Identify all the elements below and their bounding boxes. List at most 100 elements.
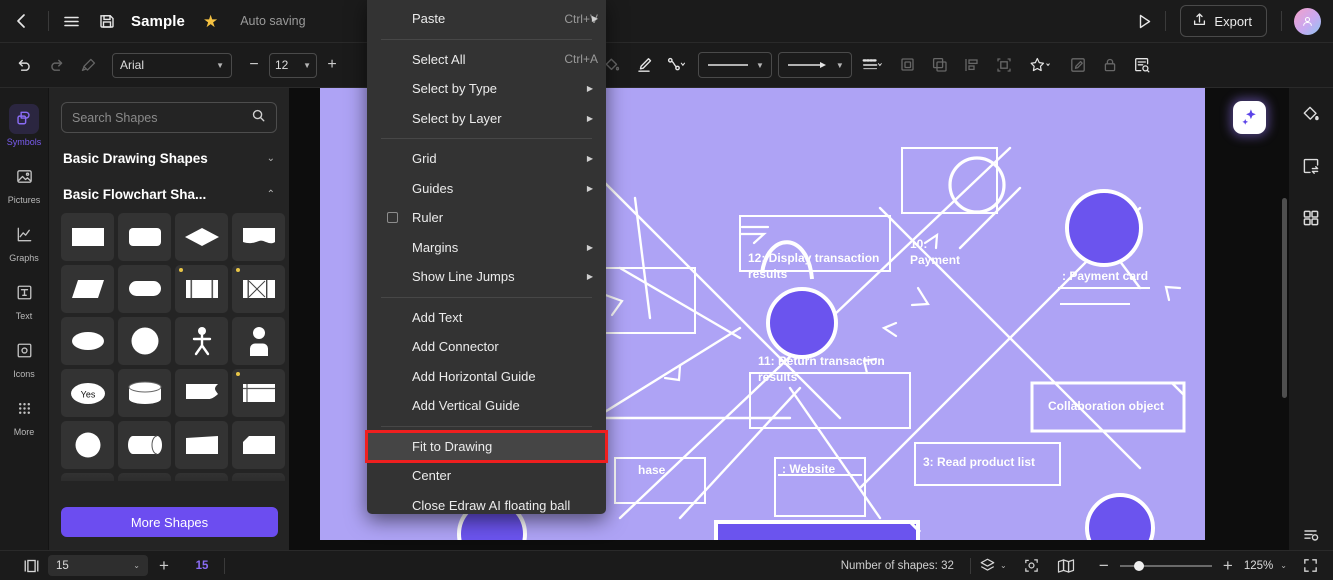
menu-item-guides[interactable]: Guides ▶ (367, 174, 606, 204)
shape-direct-access-storage[interactable] (118, 421, 171, 469)
shape-extra-4[interactable] (232, 473, 285, 481)
ai-sparkle-icon[interactable] (1233, 101, 1266, 134)
sidebar-item-text[interactable]: Text (0, 270, 48, 328)
menu-item-add-horizontal-guide[interactable]: Add Horizontal Guide (367, 362, 606, 392)
search-input[interactable] (72, 110, 251, 125)
layers-select[interactable]: ⌄ (971, 551, 1015, 580)
menu-item-select-by-type[interactable]: Select by Type ▶ (367, 74, 606, 104)
font-family-select[interactable]: Arial ▼ (112, 52, 232, 78)
magic-effects-select[interactable] (1020, 49, 1062, 81)
chevron-down-icon[interactable]: ⌄ (1280, 561, 1287, 570)
shape-extra-1[interactable] (61, 473, 114, 481)
frame-select-icon[interactable] (988, 49, 1020, 81)
group-shapes-icon[interactable] (892, 49, 924, 81)
mini-map-icon[interactable] (1049, 551, 1083, 580)
shape-extra-3[interactable] (175, 473, 228, 481)
format-painter-icon[interactable] (72, 49, 104, 81)
sidebar-item-more[interactable]: More (0, 386, 48, 444)
zoom-out-button[interactable]: − (1095, 556, 1113, 576)
shape-circle-connector[interactable] (61, 421, 114, 469)
more-shapes-button[interactable]: More Shapes (61, 507, 278, 537)
shape-extra-2[interactable] (118, 473, 171, 481)
shape-parallelogram-data[interactable] (61, 265, 114, 313)
avatar[interactable] (1294, 7, 1321, 35)
shape-flag-banner[interactable] (175, 369, 228, 417)
shape-user-person[interactable] (232, 317, 285, 365)
current-page-number[interactable]: 15 (180, 560, 224, 572)
menu-item-fit-to-drawing[interactable]: Fit to Drawing (365, 429, 608, 463)
shape-table-grid[interactable] (232, 369, 285, 417)
menu-item-close-edraw-ai-floating-ball[interactable]: Close Edraw AI floating ball (367, 491, 606, 521)
search-shapes-box[interactable] (61, 102, 277, 133)
export-button[interactable]: Export (1180, 5, 1267, 37)
redo-arrow-icon[interactable] (40, 49, 72, 81)
replace-shape-icon[interactable] (1289, 140, 1333, 192)
add-page-button[interactable]: + (148, 556, 180, 576)
menu-item-show-line-jumps[interactable]: Show Line Jumps ▶ (367, 262, 606, 292)
zoom-in-button[interactable]: + (1219, 556, 1237, 576)
menu-item-grid[interactable]: Grid ▶ (367, 144, 606, 174)
arrow-style-select[interactable]: ▼ (777, 52, 852, 78)
shape-predefined-process[interactable] (175, 265, 228, 313)
fullscreen-icon[interactable] (1293, 551, 1327, 580)
shape-actor-stick-figure[interactable] (175, 317, 228, 365)
app-grid-icon[interactable] (1289, 192, 1333, 244)
sidebar-item-graphs[interactable]: Graphs (0, 212, 48, 270)
sidebar-item-icons[interactable]: Icons (0, 328, 48, 386)
menu-item-ruler[interactable]: Ruler (367, 203, 606, 233)
connector-line-icon[interactable] (660, 49, 692, 81)
zoom-slider-knob[interactable] (1133, 560, 1144, 571)
save-disk-icon[interactable] (89, 0, 125, 43)
menu-item-margins[interactable]: Margins ▶ (367, 233, 606, 263)
zoom-slider[interactable] (1119, 560, 1212, 571)
star-favorite-icon[interactable]: ★ (203, 13, 218, 30)
bring-to-front-icon[interactable] (924, 49, 956, 81)
menu-item-checkbox[interactable] (387, 212, 398, 224)
shape-stadium-terminator[interactable] (118, 265, 171, 313)
hamburger-menu-icon[interactable] (53, 0, 89, 43)
menu-item-center[interactable]: Center (367, 461, 606, 491)
page-panel-icon[interactable] (14, 551, 48, 580)
undo-arrow-icon[interactable] (8, 49, 40, 81)
back-icon[interactable] (0, 0, 44, 43)
line-weight-select[interactable] (852, 49, 892, 81)
font-size-increase-button[interactable]: + (322, 56, 342, 74)
edit-pencil-icon[interactable] (1062, 49, 1094, 81)
menu-item-add-connector[interactable]: Add Connector (367, 332, 606, 362)
focus-target-icon[interactable] (1015, 551, 1049, 580)
group-basic-flowchart-shapes[interactable]: Basic Flowchart Sha... ⌃ (49, 177, 289, 211)
shape-rounded-rectangle[interactable] (118, 213, 171, 261)
shape-document-wave[interactable] (232, 213, 285, 261)
find-replace-icon[interactable] (1126, 49, 1158, 81)
menu-item-select-all[interactable]: Select All Ctrl+A (367, 45, 606, 75)
pen-highlight-icon[interactable] (628, 49, 660, 81)
page-select[interactable]: 15 ⌄ (48, 555, 148, 576)
lock-icon[interactable] (1094, 49, 1126, 81)
canvas-vertical-scrollbar[interactable] (1282, 198, 1287, 398)
shape-cylinder-database[interactable] (118, 369, 171, 417)
font-size-select[interactable]: 12 ▼ (269, 52, 317, 78)
shape-diamond-decision[interactable] (175, 213, 228, 261)
present-play-icon[interactable] (1127, 4, 1161, 38)
sidebar-item-pictures[interactable]: Pictures (0, 154, 48, 212)
group-basic-drawing-shapes[interactable]: Basic Drawing Shapes ⌄ (49, 141, 289, 175)
menu-item-paste[interactable]: Paste Ctrl+V ▶ (367, 4, 606, 34)
shape-yes-oval[interactable]: Yes (61, 369, 114, 417)
font-size-decrease-button[interactable]: − (244, 56, 264, 74)
sidebar-item-symbols[interactable]: Symbols (0, 96, 48, 154)
shape-card-shape[interactable] (232, 421, 285, 469)
menu-item-select-by-layer[interactable]: Select by Layer ▶ (367, 104, 606, 134)
shape-ellipse[interactable] (61, 317, 114, 365)
menu-item-add-text[interactable]: Add Text (367, 303, 606, 333)
search-icon[interactable] (251, 108, 266, 128)
sidebar-item-label: Text (15, 310, 33, 321)
shape-rectangle[interactable] (61, 213, 114, 261)
menu-item-add-vertical-guide[interactable]: Add Vertical Guide (367, 391, 606, 421)
shape-internal-storage[interactable] (232, 265, 285, 313)
shape-trapezoid-manual-op[interactable] (175, 421, 228, 469)
shape-circle[interactable] (118, 317, 171, 365)
fill-color-icon[interactable] (1289, 88, 1333, 140)
align-objects-icon[interactable] (956, 49, 988, 81)
line-style-select[interactable]: ▼ (698, 52, 772, 78)
properties-panel-icon[interactable] (1297, 523, 1325, 547)
